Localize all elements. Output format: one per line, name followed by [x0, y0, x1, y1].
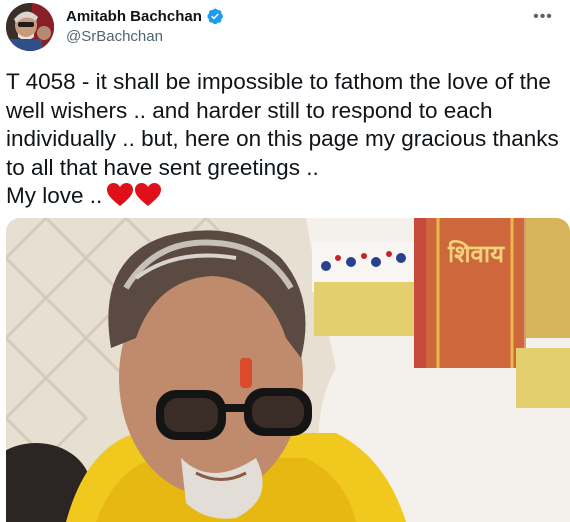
author-avatar[interactable]: [6, 3, 54, 51]
tweet-body: T 4058 - it shall be impossible to fatho…: [6, 69, 559, 208]
photo-image: शिवाय: [6, 218, 570, 522]
emoji-hearts: [106, 182, 162, 212]
tweet-text: T 4058 - it shall be impossible to fatho…: [6, 68, 564, 212]
tweet-card: Amitabh Bachchan @SrBachchan ••• T 4058 …: [0, 0, 570, 522]
overlay-text: शिवाय: [447, 240, 505, 268]
verified-badge-icon: [207, 8, 223, 25]
tweet-photo[interactable]: शिवाय: [6, 218, 570, 522]
author-name-text: Amitabh Bachchan: [66, 7, 202, 25]
author-handle[interactable]: @SrBachchan: [66, 28, 163, 45]
author-display-name[interactable]: Amitabh Bachchan: [66, 7, 224, 25]
more-options-icon[interactable]: •••: [530, 4, 556, 30]
avatar-photo-icon: [6, 3, 54, 51]
red-heart-icon: [135, 183, 162, 207]
red-heart-icon: [107, 183, 134, 207]
